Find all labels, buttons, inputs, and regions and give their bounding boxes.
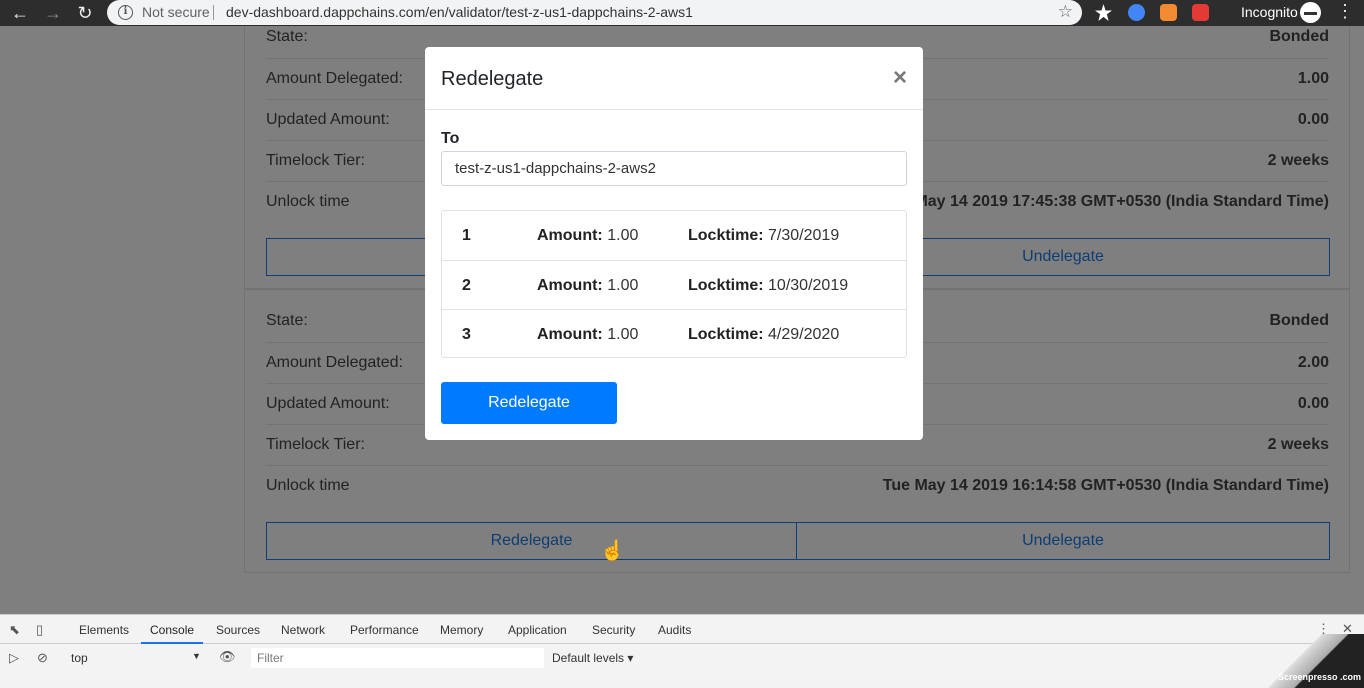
locktime-label: Locktime: bbox=[688, 277, 764, 294]
list-item[interactable]: 1 Amount: 1.00 Locktime: 7/30/2019 bbox=[442, 211, 906, 260]
updated-label: Updated Amount: bbox=[266, 395, 390, 412]
browser-menu-icon[interactable]: ⋮ bbox=[1336, 1, 1354, 22]
locktime-value: 4/29/2020 bbox=[768, 326, 840, 343]
amount-label: Amount: bbox=[537, 326, 603, 343]
tab-elements[interactable]: Elements bbox=[79, 623, 129, 637]
updated-value: 0.00 bbox=[1297, 111, 1329, 128]
levels-select[interactable]: Default levels ▾ bbox=[552, 651, 633, 665]
forward-arrow-icon[interactable]: → bbox=[43, 3, 63, 23]
entry-index: 1 bbox=[462, 227, 471, 244]
sidebar-toggle-icon[interactable]: ▷ bbox=[9, 650, 19, 666]
state-label: State: bbox=[266, 28, 308, 45]
hand-cursor-icon: ☝ bbox=[600, 540, 625, 562]
amount-value: 2.00 bbox=[1297, 354, 1329, 371]
state-value: Bonded bbox=[1269, 28, 1329, 45]
entry-index: 2 bbox=[462, 277, 471, 294]
clear-console-icon[interactable]: ⊘ bbox=[37, 650, 48, 666]
updated-label: Updated Amount: bbox=[266, 111, 390, 128]
tab-application[interactable]: Application bbox=[508, 623, 567, 637]
entry-index: 3 bbox=[462, 326, 471, 343]
chevron-down-icon[interactable]: ▼ bbox=[192, 651, 201, 661]
list-item[interactable]: 3 Amount: 1.00 Locktime: 4/29/2020 bbox=[442, 309, 906, 358]
screenpresso-watermark: Screenpresso .com bbox=[1242, 634, 1364, 688]
unlock-label: Unlock time bbox=[266, 193, 350, 210]
amount-value: 1.00 bbox=[607, 227, 639, 244]
reload-icon[interactable]: ↻ bbox=[75, 3, 95, 23]
devtools-panel: ⬉ ▯ Elements Console Sources Network Per… bbox=[0, 614, 1364, 688]
info-icon[interactable]: i bbox=[118, 5, 133, 20]
unlock-value: Tue May 14 2019 17:45:38 GMT+0530 (India… bbox=[882, 193, 1329, 210]
amount-value: 1.00 bbox=[607, 326, 639, 343]
address-bar[interactable]: i Not secure dev-dashboard.dappchains.co… bbox=[107, 0, 1082, 25]
device-toggle-icon[interactable]: ▯ bbox=[36, 622, 43, 638]
tier-label: Timelock Tier: bbox=[266, 436, 365, 453]
tab-security[interactable]: Security bbox=[592, 623, 635, 637]
to-label: To bbox=[441, 130, 460, 147]
to-field[interactable]: test-z-us1-dappchains-2-aws2 bbox=[441, 151, 907, 186]
locktime-label: Locktime: bbox=[688, 326, 764, 343]
tab-memory[interactable]: Memory bbox=[440, 623, 483, 637]
amount-value: 1.00 bbox=[607, 277, 639, 294]
redelegate-modal: Redelegate × To test-z-us1-dappchains-2-… bbox=[425, 47, 923, 440]
extension-blue-icon[interactable] bbox=[1128, 4, 1145, 21]
devtools-tabs: ⬉ ▯ Elements Console Sources Network Per… bbox=[0, 615, 1364, 644]
address-divider bbox=[213, 5, 214, 20]
tier-value: 2 weeks bbox=[1267, 436, 1329, 453]
locktime-value: 10/30/2019 bbox=[768, 277, 849, 294]
incognito-label: Incognito bbox=[1241, 4, 1298, 20]
extension-red-icon[interactable] bbox=[1192, 4, 1209, 21]
timelock-list: 1 Amount: 1.00 Locktime: 7/30/2019 2 Amo… bbox=[441, 210, 907, 358]
inspect-icon[interactable]: ⬉ bbox=[9, 622, 20, 638]
console-toolbar: ▷ ⊘ top ▼ 👁 Filter Default levels ▾ bbox=[0, 645, 1364, 671]
incognito-icon[interactable] bbox=[1300, 2, 1321, 23]
extension-pin-icon[interactable] bbox=[1095, 4, 1112, 21]
security-label: Not secure bbox=[142, 4, 210, 20]
amount-label: Amount Delegated: bbox=[266, 354, 403, 371]
action-buttons: Redelegate Undelegate bbox=[266, 522, 1330, 560]
tier-label: Timelock Tier: bbox=[266, 152, 365, 169]
tier-value: 2 weeks bbox=[1267, 152, 1329, 169]
list-item[interactable]: 2 Amount: 1.00 Locktime: 10/30/2019 bbox=[442, 260, 906, 309]
back-arrow-icon[interactable]: ← bbox=[10, 3, 30, 23]
extension-fox-icon[interactable] bbox=[1160, 4, 1177, 21]
amount-label: Amount Delegated: bbox=[266, 70, 403, 87]
locktime-value: 7/30/2019 bbox=[768, 227, 840, 244]
state-label: State: bbox=[266, 312, 308, 329]
tab-sources[interactable]: Sources bbox=[216, 623, 260, 637]
url-text[interactable]: dev-dashboard.dappchains.com/en/validato… bbox=[226, 4, 693, 20]
state-value: Bonded bbox=[1269, 312, 1329, 329]
amount-label: Amount: bbox=[537, 227, 603, 244]
context-select[interactable]: top bbox=[71, 651, 88, 665]
undelegate-button[interactable]: Undelegate bbox=[796, 522, 1330, 560]
updated-value: 0.00 bbox=[1297, 395, 1329, 412]
tab-console[interactable]: Console bbox=[150, 623, 194, 637]
tab-audits[interactable]: Audits bbox=[658, 623, 691, 637]
eye-icon[interactable]: 👁 bbox=[219, 649, 236, 665]
tab-network[interactable]: Network bbox=[281, 623, 325, 637]
unlock-value: Tue May 14 2019 16:14:58 GMT+0530 (India… bbox=[882, 477, 1329, 494]
tab-performance[interactable]: Performance bbox=[350, 623, 419, 637]
redelegate-button[interactable]: Redelegate bbox=[266, 522, 797, 560]
redelegate-submit-button[interactable]: Redelegate bbox=[441, 382, 617, 424]
close-icon[interactable]: × bbox=[893, 64, 907, 92]
modal-title: Redelegate bbox=[441, 68, 544, 90]
active-tab-indicator bbox=[141, 642, 203, 644]
watermark-text: Screenpresso .com bbox=[1277, 672, 1361, 682]
amount-value: 1.00 bbox=[1297, 70, 1329, 87]
unlock-row: Unlock time Tue May 14 2019 16:14:58 GMT… bbox=[266, 465, 1329, 506]
bookmark-star-icon[interactable]: ☆ bbox=[1058, 2, 1073, 22]
filter-input[interactable]: Filter bbox=[251, 648, 544, 668]
modal-header: Redelegate × bbox=[425, 47, 923, 110]
locktime-label: Locktime: bbox=[688, 227, 764, 244]
amount-label: Amount: bbox=[537, 277, 603, 294]
browser-toolbar: ← → ↻ i Not secure dev-dashboard.dappcha… bbox=[0, 0, 1364, 26]
unlock-label: Unlock time bbox=[266, 477, 350, 494]
